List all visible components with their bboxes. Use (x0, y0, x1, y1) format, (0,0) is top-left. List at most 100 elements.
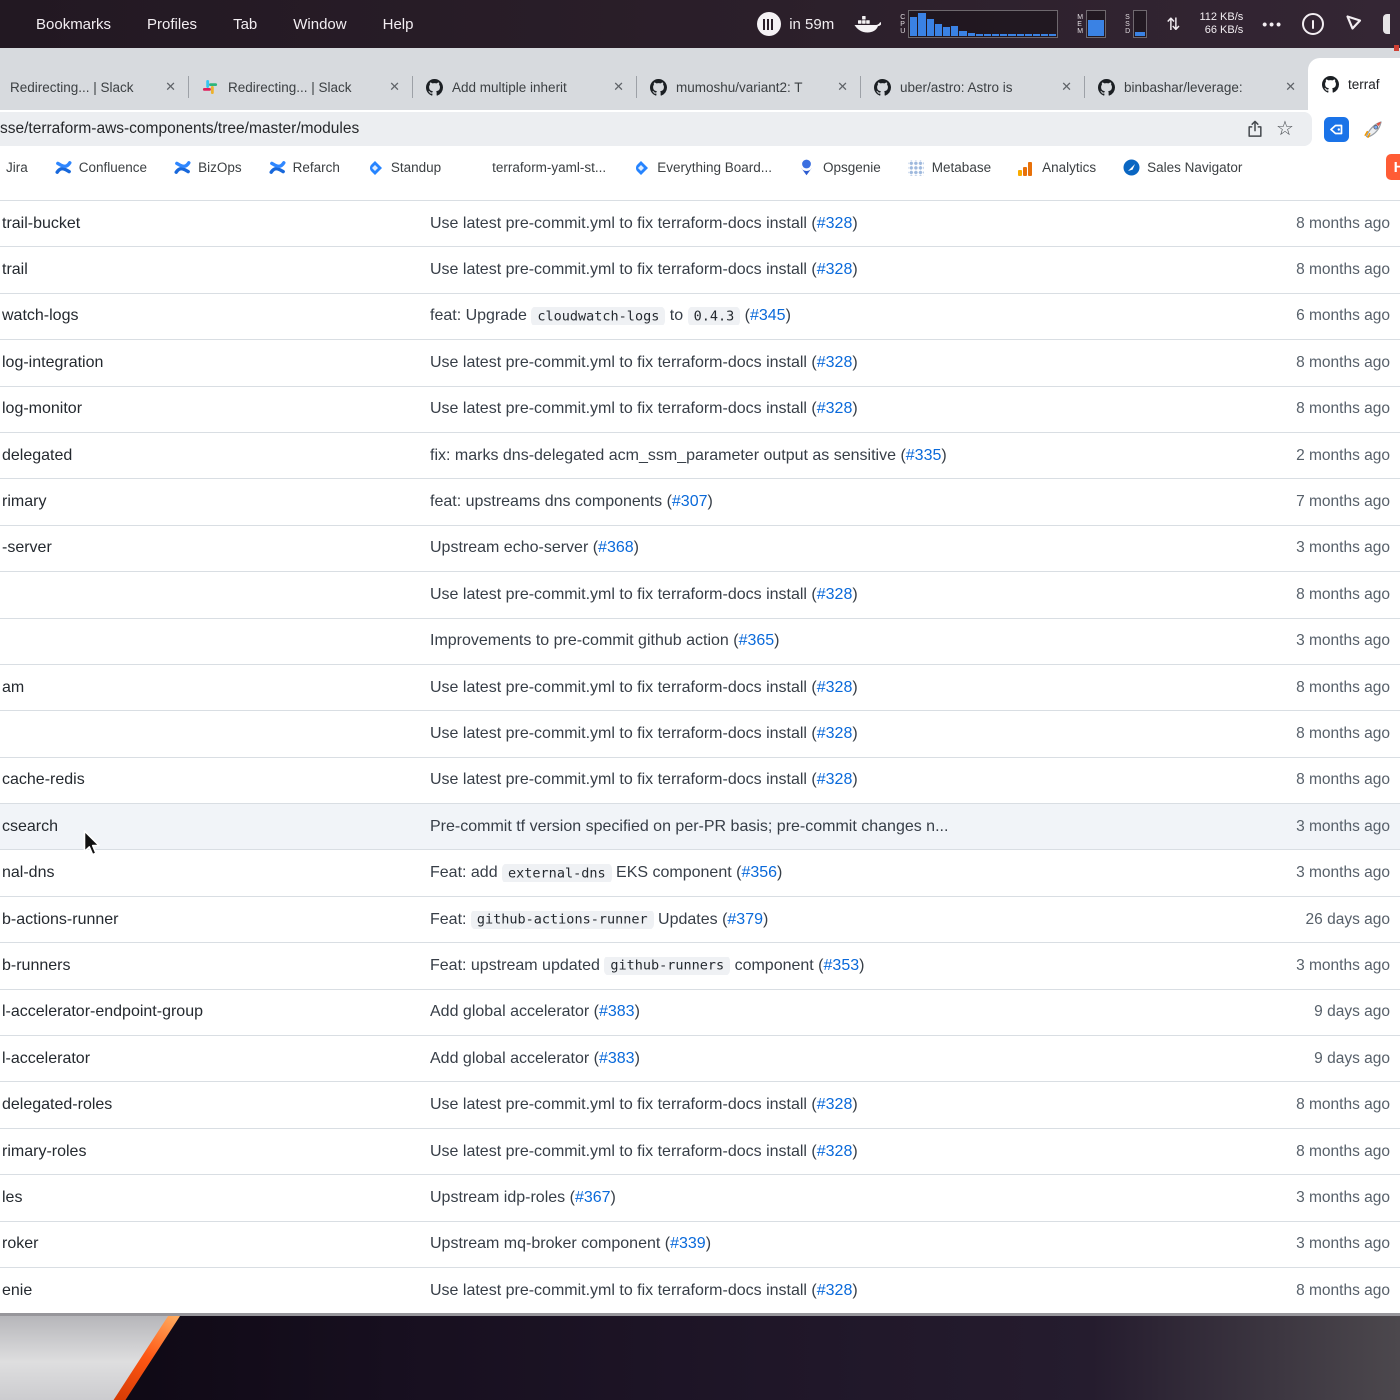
table-row[interactable]: trailUse latest pre-commit.yml to fix te… (0, 247, 1400, 294)
timer-status[interactable]: in 59m (757, 12, 834, 36)
commit-age[interactable]: 3 months ago (1205, 632, 1400, 650)
folder-name[interactable]: enie (0, 1282, 430, 1300)
pr-link[interactable]: #328 (817, 215, 853, 232)
bookmark-everything-board[interactable]: Everything Board... (633, 159, 772, 176)
hubspot-bookmark-icon[interactable]: H (1386, 154, 1400, 180)
commit-age[interactable]: 7 months ago (1205, 493, 1400, 511)
pr-link[interactable]: #328 (817, 354, 853, 371)
commit-age[interactable]: 3 months ago (1205, 818, 1400, 836)
pr-link[interactable]: #328 (817, 679, 853, 696)
table-row[interactable]: am Use latest pre-commit.yml to fix terra… (0, 665, 1400, 712)
commit-age[interactable]: 3 months ago (1205, 864, 1400, 882)
pr-link[interactable]: #328 (817, 1143, 853, 1160)
pr-link[interactable]: #367 (575, 1189, 611, 1206)
folder-name[interactable]: delegated-roles (0, 1096, 430, 1114)
bookmark-bizops[interactable]: BizOps (174, 159, 242, 176)
table-row[interactable]: rimary-roles Use latest pre-commit.yml to… (0, 1129, 1400, 1176)
commit-age[interactable]: 8 months ago (1205, 354, 1400, 372)
tab-close-icon[interactable]: ✕ (163, 79, 178, 95)
rocket-extension-icon[interactable] (1361, 117, 1386, 142)
commit-age[interactable]: 8 months ago (1205, 679, 1400, 697)
bookmark-sales-navigator[interactable]: Sales Navigator (1123, 159, 1242, 176)
docker-icon[interactable] (853, 14, 882, 35)
folder-name[interactable]: cache-redis (0, 771, 430, 789)
table-row[interactable]: watch-logs feat: Upgrade cloudwatch-logs … (0, 294, 1400, 341)
onepassword-icon[interactable] (1302, 13, 1324, 35)
folder-name[interactable]: trail (0, 261, 430, 279)
table-row[interactable]: nal-dns Feat: add external-dns EKS compon… (0, 850, 1400, 897)
commit-age[interactable]: 8 months ago (1205, 1282, 1400, 1300)
commit-message[interactable]: Use latest pre-commit.yml to fix terrafo… (430, 679, 1205, 697)
commit-age[interactable]: 3 months ago (1205, 1189, 1400, 1207)
tab-close-icon[interactable]: ✕ (1059, 79, 1074, 95)
tab-close-icon[interactable]: ✕ (1283, 79, 1298, 95)
pr-link[interactable]: #365 (739, 632, 775, 649)
table-row[interactable]: -server Upstream echo-server (#368) 3 mont… (0, 526, 1400, 573)
pr-link[interactable]: #328 (817, 261, 853, 278)
table-row[interactable]: delegated-roles Use latest pre-commit.yml… (0, 1082, 1400, 1129)
pr-link[interactable]: #345 (750, 307, 786, 324)
menu-item-help[interactable]: Help (383, 16, 414, 33)
folder-name[interactable]: -server (0, 539, 430, 557)
share-icon[interactable] (1240, 119, 1270, 139)
cpu-meter[interactable]: C P U (900, 10, 1059, 38)
memory-meter[interactable]: M E M (1077, 10, 1107, 38)
tab-close-icon[interactable]: ✕ (835, 79, 850, 95)
pr-link[interactable]: #307 (672, 493, 708, 510)
commit-age[interactable]: 3 months ago (1205, 1235, 1400, 1253)
folder-name[interactable]: am (0, 679, 430, 697)
browser-tab[interactable]: Redirecting... | Slack ✕ (0, 64, 188, 110)
table-row[interactable]: enie Use latest pre-commit.yml to fix ter… (0, 1268, 1400, 1314)
pr-link[interactable]: #328 (817, 400, 853, 417)
folder-name[interactable]: les (0, 1189, 430, 1207)
pr-link[interactable]: #356 (741, 864, 777, 881)
pr-link[interactable]: #328 (817, 586, 853, 603)
table-row[interactable]: trailUse latest pre-commit.yml to fix te… (0, 186, 1400, 201)
pr-link[interactable]: #328 (817, 771, 853, 788)
menu-item-tab[interactable]: Tab (233, 16, 257, 33)
folder-name[interactable]: roker (0, 1235, 430, 1253)
istat-more-icon[interactable]: ••• (1262, 16, 1283, 32)
commit-age[interactable]: 9 days ago (1205, 1003, 1400, 1021)
commit-message[interactable]: feat: Upgrade cloudwatch-logs to 0.4.3 (… (430, 307, 1205, 326)
pr-link[interactable]: #328 (817, 1096, 853, 1113)
tab-close-icon[interactable]: ✕ (611, 79, 626, 95)
commit-message[interactable]: Use latest pre-commit.yml to fix terrafo… (430, 586, 1205, 604)
commit-message[interactable]: Add global accelerator (#383) (430, 1050, 1205, 1068)
table-row[interactable]: l-accelerator Add global accelerator (#38… (0, 1036, 1400, 1083)
table-row[interactable]: b-runners Feat: upstream updated github-r… (0, 943, 1400, 990)
folder-name[interactable]: rimary (0, 493, 430, 511)
commit-message[interactable]: feat: upstreams dns components (#307) (430, 493, 1205, 511)
commit-age[interactable]: 8 months ago (1205, 215, 1400, 233)
commit-age[interactable]: 8 months ago (1205, 261, 1400, 279)
pr-link[interactable]: #368 (598, 539, 634, 556)
commit-message[interactable]: Feat: add external-dns EKS component (#3… (430, 864, 1205, 883)
commit-age[interactable]: 8 months ago (1205, 771, 1400, 789)
folder-name[interactable]: log-integration (0, 354, 430, 372)
pr-link[interactable]: #328 (817, 1282, 853, 1299)
browser-tab[interactable]: Redirecting... | Slack ✕ (188, 64, 412, 110)
folder-name[interactable]: trail (0, 186, 430, 187)
folder-name[interactable]: l-accelerator-endpoint-group (0, 1003, 430, 1021)
commit-age[interactable]: 8 months ago (1205, 186, 1400, 187)
table-row[interactable]: log-monitor Use latest pre-commit.yml to … (0, 387, 1400, 433)
tab-close-icon[interactable]: ✕ (387, 79, 402, 95)
bookmark-jira[interactable]: Jira (6, 160, 28, 175)
pr-link[interactable]: #383 (599, 1003, 635, 1020)
commit-message[interactable]: Use latest pre-commit.yml to fix terrafo… (430, 186, 1205, 187)
ssd-meter[interactable]: S S D (1125, 10, 1148, 38)
menu-item-profiles[interactable]: Profiles (147, 16, 197, 33)
commit-message[interactable]: fix: marks dns-delegated acm_ssm_paramet… (430, 447, 1205, 465)
commit-age[interactable]: 8 months ago (1205, 725, 1400, 743)
commit-message[interactable]: Pre-commit tf version specified on per-P… (430, 818, 1205, 836)
menu-item-window[interactable]: Window (293, 16, 346, 33)
table-row[interactable]: delegated fix: marks dns-delegated acm_ss… (0, 433, 1400, 480)
pr-link[interactable]: #328 (817, 725, 853, 742)
folder-name[interactable]: delegated (0, 447, 430, 465)
table-row[interactable]: cache-redis Use latest pre-commit.yml to … (0, 758, 1400, 805)
table-row[interactable]: b-actions-runner Feat: github-actions-run… (0, 897, 1400, 944)
table-row[interactable]: Improvements to pre-commit github action… (0, 619, 1400, 665)
bookmark-star-icon[interactable]: ☆ (1270, 119, 1300, 139)
commit-message[interactable]: Use latest pre-commit.yml to fix terrafo… (430, 354, 1205, 372)
table-row[interactable]: Use latest pre-commit.yml to fix terrafo… (0, 711, 1400, 758)
